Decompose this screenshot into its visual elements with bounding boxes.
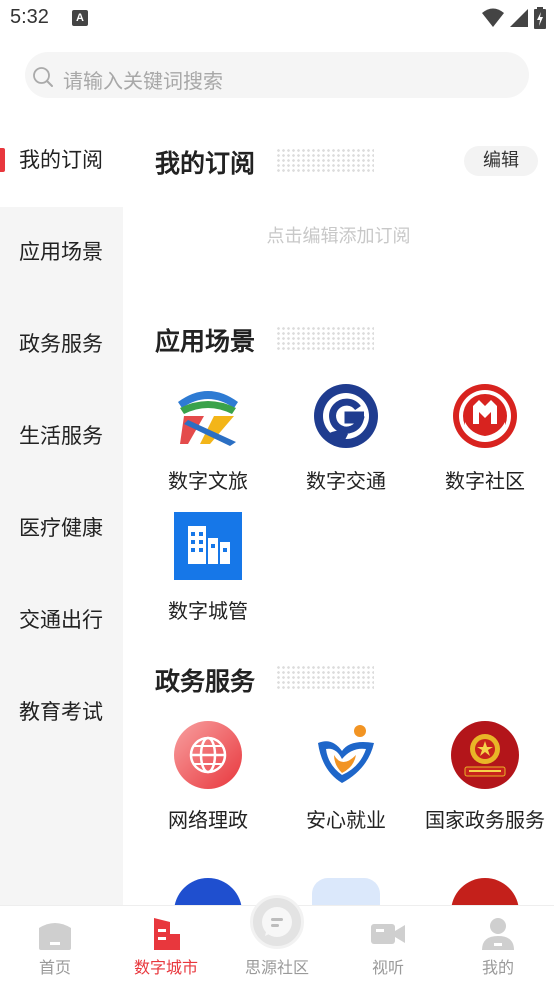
sidebar-active-indicator xyxy=(0,148,5,172)
nav-digital-city[interactable]: 数字城市 xyxy=(111,906,221,984)
person-icon xyxy=(482,918,514,950)
nav-profile[interactable]: 我的 xyxy=(443,906,553,984)
sidebar-item-label: 生活服务 xyxy=(19,424,103,448)
empty-subscriptions-hint[interactable]: 点击编辑添加订阅 xyxy=(123,222,554,248)
sidebar-item-scenes[interactable]: 应用场景 xyxy=(0,204,123,296)
app-name: 数字交通 xyxy=(306,469,386,493)
home-icon xyxy=(39,923,71,950)
globe-icon xyxy=(174,721,242,789)
sidebar-item-label: 政务服务 xyxy=(19,332,103,356)
search-placeholder: 请输入关键词搜索 xyxy=(63,69,223,93)
sidebar-item-subscriptions[interactable]: 我的订阅 xyxy=(0,112,123,204)
sidebar-item-label: 我的订阅 xyxy=(19,148,103,172)
sidebar-item-label: 应用场景 xyxy=(19,240,103,264)
edit-button[interactable]: 编辑 xyxy=(464,146,538,176)
nav-label: 视听 xyxy=(371,958,404,977)
video-icon xyxy=(371,924,405,944)
sidebar-item-label: 医疗健康 xyxy=(19,516,103,540)
notification-icon: A xyxy=(72,10,88,26)
city-management-icon xyxy=(174,512,242,580)
sidebar-item-transport[interactable]: 交通出行 xyxy=(0,572,123,664)
nav-video[interactable]: 视听 xyxy=(333,906,443,984)
gov-services-title: 政务服务 xyxy=(155,667,256,696)
national-emblem-icon xyxy=(451,721,519,789)
app-name: 网络理政 xyxy=(168,808,248,832)
sidebar-item-label: 交通出行 xyxy=(19,608,103,632)
sidebar-item-label: 教育考试 xyxy=(19,700,103,724)
app-name: 数字文旅 xyxy=(168,469,248,493)
search-icon xyxy=(33,67,53,87)
employment-icon xyxy=(318,725,374,783)
culture-tourism-icon xyxy=(178,391,238,446)
title-decoration xyxy=(276,326,374,352)
sidebar-item-healthcare[interactable]: 医疗健康 xyxy=(0,480,123,572)
transport-icon xyxy=(314,384,378,448)
app-name: 国家政务服务 xyxy=(425,808,545,832)
sidebar-item-education[interactable]: 教育考试 xyxy=(0,664,123,756)
battery-icon xyxy=(534,7,546,29)
nav-home[interactable]: 首页 xyxy=(0,906,110,984)
app-name: 安心就业 xyxy=(306,808,386,832)
status-time: 5:32 xyxy=(10,6,49,28)
scenes-title: 应用场景 xyxy=(155,327,256,356)
chat-icon xyxy=(262,907,292,937)
category-sidebar: 我的订阅 应用场景 政务服务 生活服务 医疗健康 交通出行 教育考试 xyxy=(0,112,123,905)
app-name: 数字社区 xyxy=(445,469,525,493)
city-icon xyxy=(154,918,180,950)
nav-label: 我的 xyxy=(481,958,514,977)
community-icon xyxy=(453,384,517,448)
title-decoration xyxy=(276,148,374,174)
wifi-icon xyxy=(482,8,504,27)
nav-label: 首页 xyxy=(38,958,71,977)
community-center-button[interactable] xyxy=(250,895,304,949)
status-bar: 5:32 A xyxy=(0,0,554,40)
title-decoration xyxy=(276,665,374,691)
status-icons xyxy=(482,6,546,30)
app-name: 数字城管 xyxy=(168,599,248,623)
sidebar-item-gov-services[interactable]: 政务服务 xyxy=(0,296,123,388)
signal-icon xyxy=(510,9,528,27)
subscriptions-title: 我的订阅 xyxy=(155,149,256,178)
search-bar[interactable]: 请输入关键词搜索 xyxy=(25,52,529,98)
sidebar-item-life-services[interactable]: 生活服务 xyxy=(0,388,123,480)
nav-label: 思源社区 xyxy=(244,958,309,977)
nav-label: 数字城市 xyxy=(133,958,198,977)
